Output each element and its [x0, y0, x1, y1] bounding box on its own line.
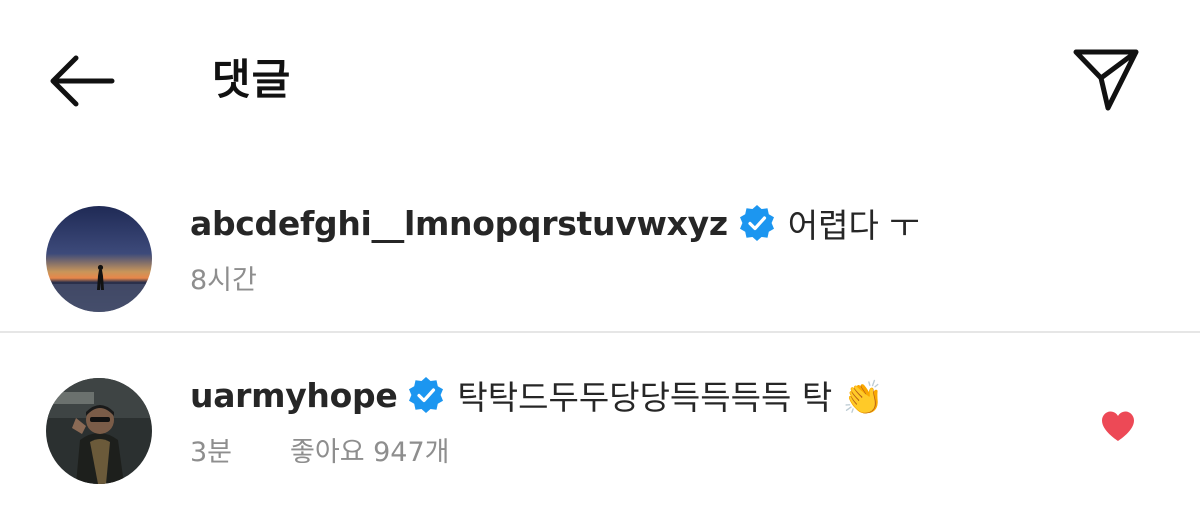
- comment-text: 탁탁드두두당당득득득득 탁 👏: [457, 378, 884, 417]
- comment-time: 3분: [190, 437, 233, 468]
- avatar[interactable]: [46, 206, 152, 312]
- header: 댓글: [0, 0, 1200, 160]
- comment-item: abcdefghi__lmnopqrstuvwxyz 어렵다 ㅜ 8시간: [0, 188, 1200, 330]
- comment-item: uarmyhope 탁탁드두두당당득득득득 탁 👏 3분 좋아요 947개: [0, 360, 1200, 510]
- comment-body: abcdefghi__lmnopqrstuvwxyz 어렵다 ㅜ: [190, 200, 920, 246]
- like-button[interactable]: [1098, 406, 1138, 446]
- like-count[interactable]: 좋아요 947개: [290, 430, 449, 469]
- comment-body: uarmyhope 탁탁드두두당당득득득득 탁 👏: [190, 372, 884, 418]
- username[interactable]: uarmyhope: [190, 376, 398, 415]
- username[interactable]: abcdefghi__lmnopqrstuvwxyz: [190, 204, 728, 243]
- comment-time: 8시간: [190, 265, 257, 296]
- avatar[interactable]: [46, 378, 152, 484]
- paper-plane-icon: [1073, 49, 1139, 111]
- share-button[interactable]: [1066, 38, 1146, 118]
- heart-filled-icon: [1102, 411, 1134, 441]
- verified-badge-icon: [407, 376, 445, 414]
- avatar-image: [46, 378, 152, 484]
- arrow-left-icon: [50, 55, 115, 107]
- divider: [0, 331, 1200, 333]
- comment-text: 어렵다 ㅜ: [787, 206, 920, 245]
- comment-meta: 8시간: [190, 258, 257, 297]
- comments-screen: 댓글 abcdefghi__lmnopqrstuvwxyz 어렵다 ㅜ 8시간 …: [0, 0, 1200, 530]
- avatar-image: [46, 206, 152, 312]
- verified-badge-icon: [738, 204, 776, 242]
- page-title: 댓글: [212, 55, 292, 104]
- back-button[interactable]: [40, 46, 124, 116]
- comment-meta: 3분 좋아요 947개: [190, 430, 450, 469]
